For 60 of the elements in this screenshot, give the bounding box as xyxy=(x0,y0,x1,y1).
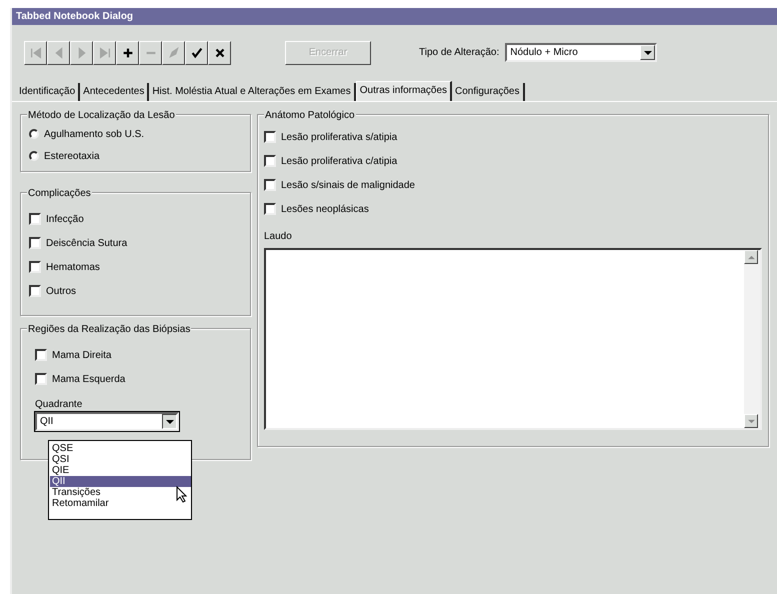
change-type-dropdown[interactable]: Nódulo + Micro xyxy=(505,43,658,62)
up-arrow-icon xyxy=(748,254,754,260)
group-title: Complicações xyxy=(27,186,92,201)
dropdown-arrow-icon xyxy=(644,50,652,56)
group-title: Anátomo Patológico xyxy=(264,108,356,123)
pencil-icon xyxy=(166,46,180,60)
checkmark-button[interactable] xyxy=(185,40,208,64)
tab[interactable]: Antecedentes xyxy=(80,83,150,101)
scroll-up-button[interactable] xyxy=(744,250,758,264)
close-button[interactable] xyxy=(208,40,231,64)
tab[interactable]: Identificação xyxy=(16,83,80,101)
checkbox-label: Infecção xyxy=(46,212,84,226)
dropdown-arrow-icon xyxy=(166,418,174,424)
checkbox[interactable] xyxy=(35,349,47,361)
checkbox[interactable] xyxy=(29,261,41,273)
checkbox[interactable] xyxy=(29,237,41,249)
radio-button[interactable] xyxy=(29,151,39,161)
checkbox[interactable] xyxy=(264,179,276,191)
checkbox[interactable] xyxy=(29,285,41,297)
first-record-icon xyxy=(28,46,42,60)
group-title: Regiões da Realização das Biópsias xyxy=(27,322,192,337)
checkbox[interactable] xyxy=(264,203,276,215)
mouse-cursor-icon xyxy=(176,486,188,503)
checkbox-label: Hematomas xyxy=(46,260,100,274)
quadrant-label: Quadrante xyxy=(35,398,84,412)
radio-label: Estereotaxia xyxy=(44,150,100,164)
scroll-down-button[interactable] xyxy=(744,414,758,428)
tab[interactable]: Configurações xyxy=(452,83,524,101)
radio-button[interactable] xyxy=(29,129,39,139)
checkbox-label: Mama Direita xyxy=(52,348,112,362)
checkbox-label: Lesões neoplásicas xyxy=(281,202,369,216)
report-label: Laudo xyxy=(264,230,293,244)
change-type-label: Tipo de Alteração: xyxy=(419,46,500,60)
dropdown-option[interactable]: QII xyxy=(50,476,191,487)
checkbox[interactable] xyxy=(29,213,41,225)
dropdown-option[interactable]: Transições xyxy=(50,487,191,498)
group-title: Método de Localização da Lesão xyxy=(27,108,176,123)
checkbox-label: Mama Esquerda xyxy=(52,372,126,386)
checkbox[interactable] xyxy=(264,131,276,143)
close-icon xyxy=(212,46,226,60)
checkbox[interactable] xyxy=(264,155,276,167)
checkbox-label: Deiscência Sutura xyxy=(46,236,128,250)
checkbox-label: Lesão s/sinais de malignidade xyxy=(281,178,415,192)
dropdown-option[interactable]: QSI xyxy=(50,454,191,465)
plus-icon xyxy=(120,46,134,60)
checkbox-label: Lesão proliferativa c/atipia xyxy=(281,154,398,168)
quadrant-dropdown[interactable]: QII xyxy=(35,412,179,431)
radio-label: Agulhamento sob U.S. xyxy=(44,128,144,142)
dropdown-option[interactable]: QIE xyxy=(50,465,191,476)
dropdown-option[interactable]: QSE xyxy=(50,443,191,454)
dropdown-option[interactable]: Retomamilar xyxy=(50,498,191,509)
checkmark-icon xyxy=(190,46,204,60)
tab[interactable]: Outras informações xyxy=(356,81,452,101)
checkbox-label: Lesão proliferativa s/atipia xyxy=(281,130,398,144)
window-title: Tabbed Notebook Dialog xyxy=(12,8,777,25)
down-arrow-icon xyxy=(748,418,754,424)
plus-button[interactable] xyxy=(116,40,139,64)
checkbox-label: Outros xyxy=(46,284,76,298)
checkbox[interactable] xyxy=(35,373,47,385)
last-record-icon xyxy=(98,46,112,60)
